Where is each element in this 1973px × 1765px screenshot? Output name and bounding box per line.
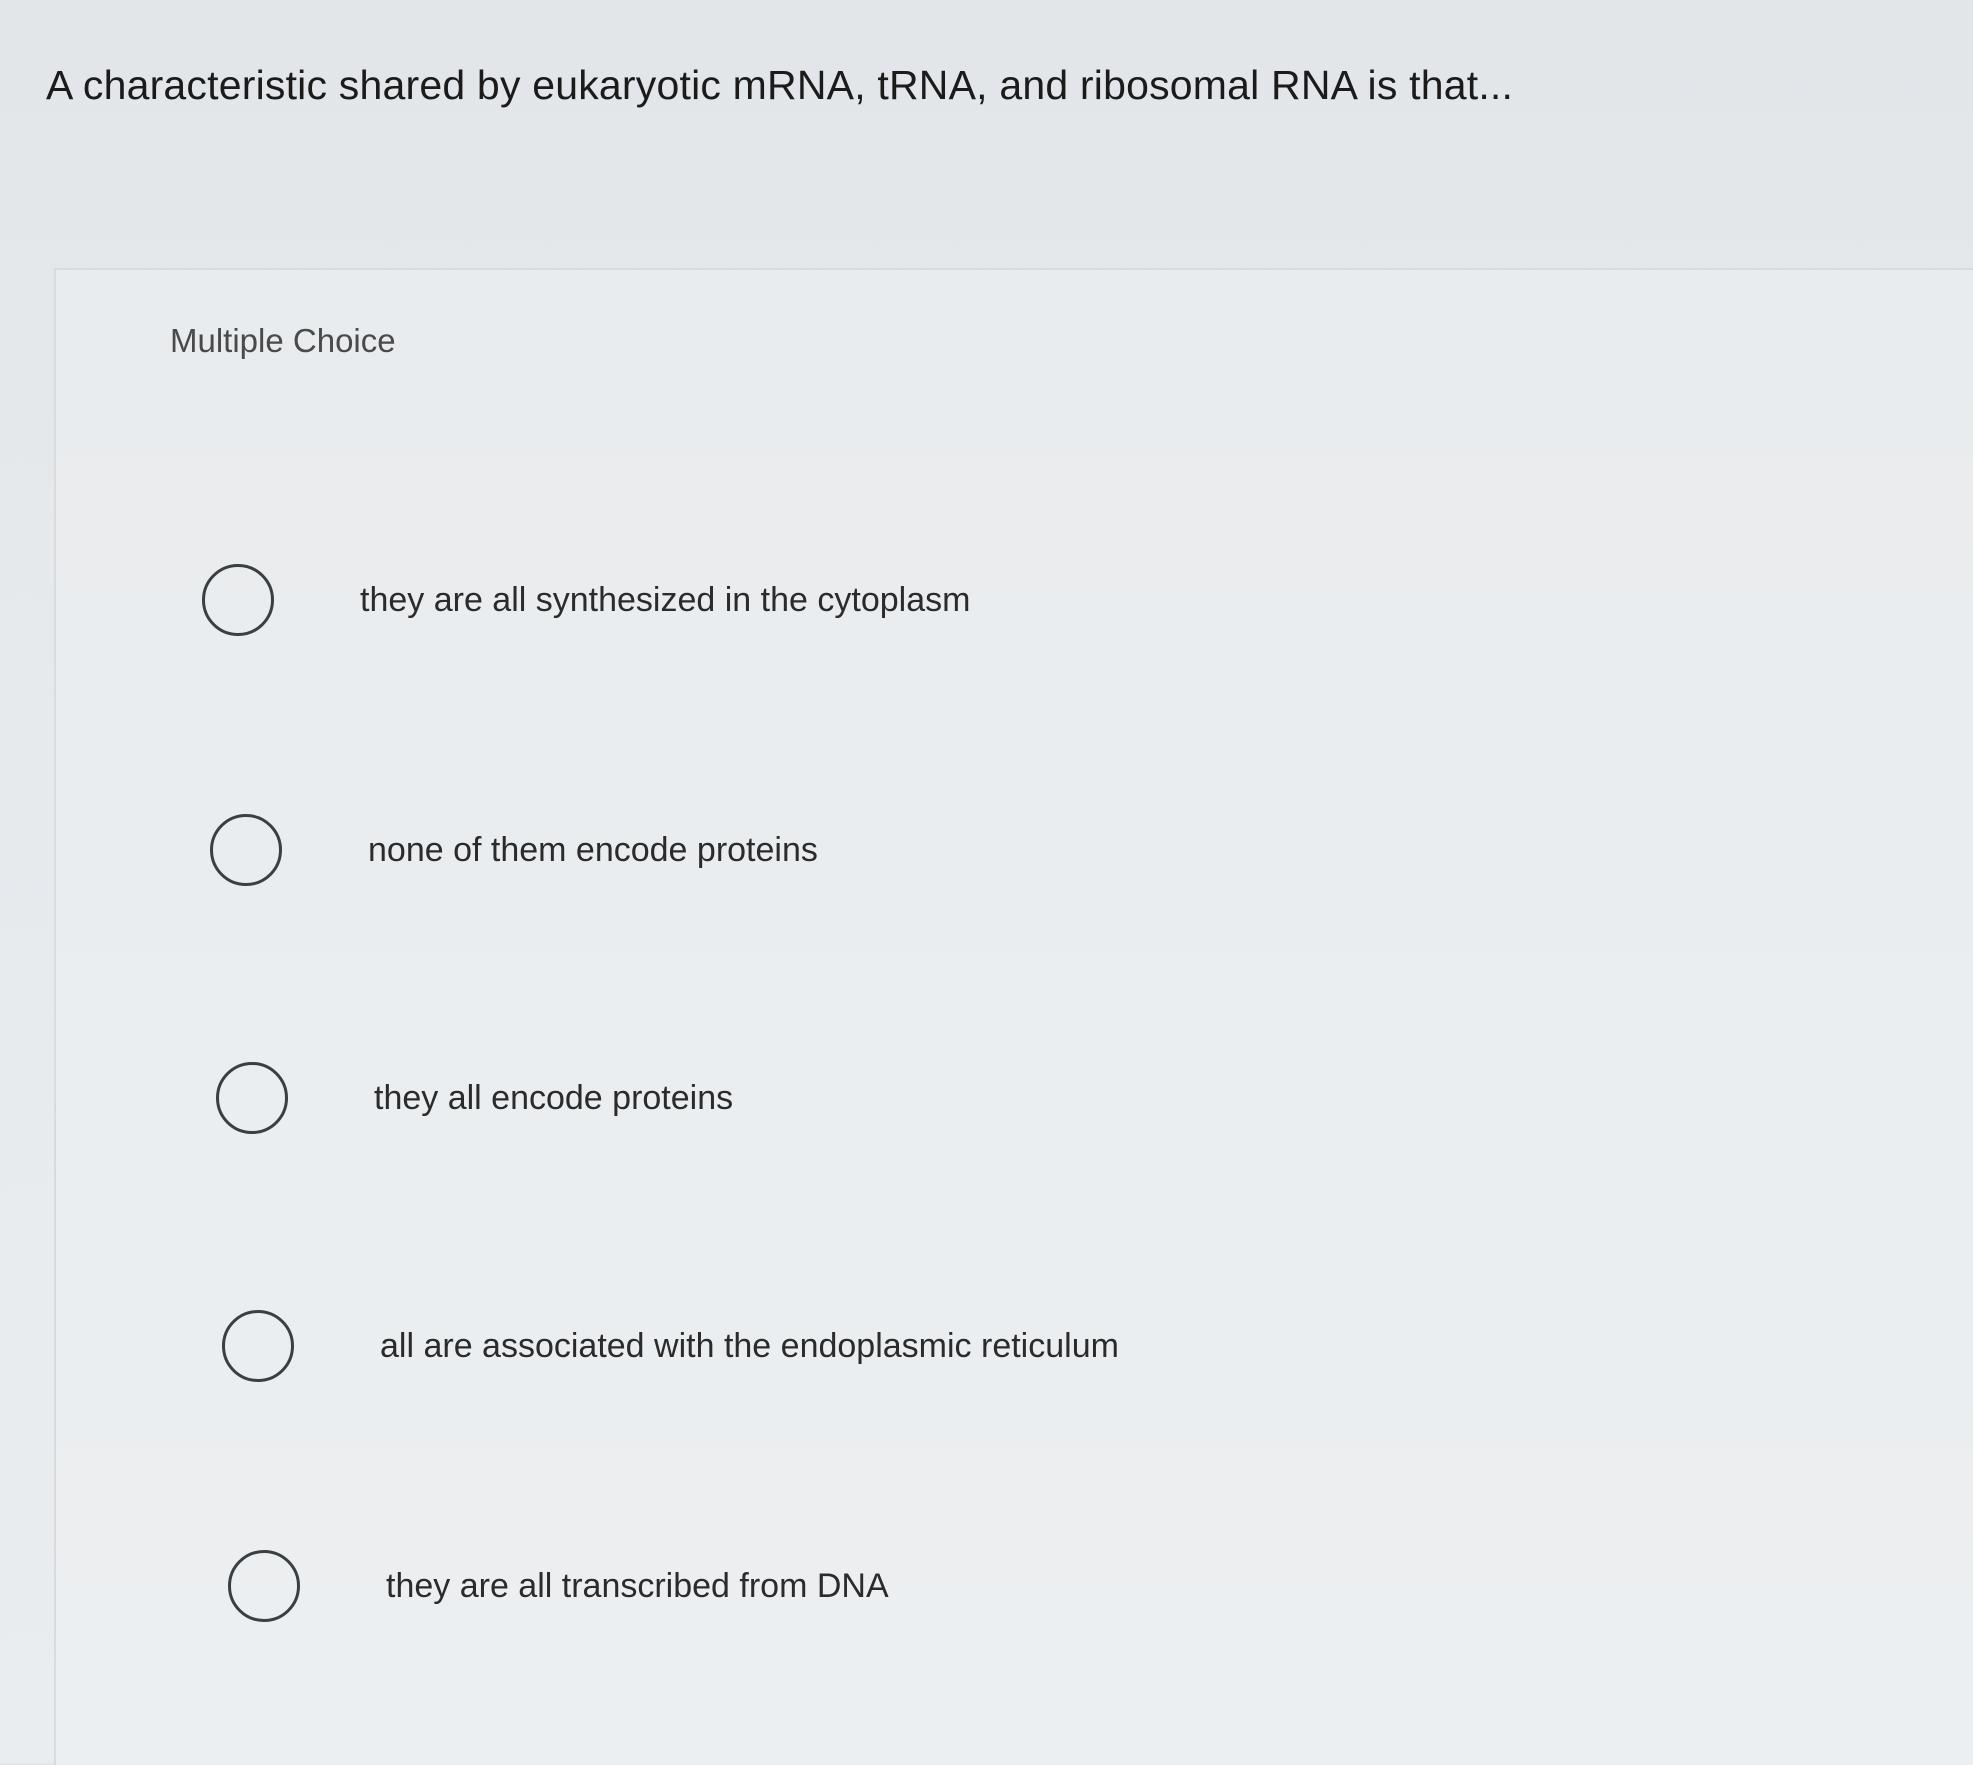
answer-option-2[interactable]: none of them encode proteins [210,810,818,890]
answer-option-label: all are associated with the endoplasmic … [380,1326,1119,1365]
question-type-label: Multiple Choice [170,322,396,359]
radio-button-icon[interactable] [216,1062,288,1134]
answer-option-label: none of them encode proteins [368,830,818,869]
multiple-choice-panel: Multiple Choice they are all synthesized… [54,268,1973,1765]
answer-option-label: they are all transcribed from DNA [386,1566,889,1605]
answer-option-3[interactable]: they all encode proteins [216,1058,733,1138]
answer-option-label: they all encode proteins [374,1078,734,1117]
answer-option-5[interactable]: they are all transcribed from DNA [228,1546,889,1626]
radio-button-icon[interactable] [222,1310,294,1382]
radio-button-icon[interactable] [210,814,282,886]
answer-option-label: they are all synthesized in the cytoplas… [360,580,971,619]
question-text: A characteristic shared by eukaryotic mR… [46,62,1514,108]
answer-option-4[interactable]: all are associated with the endoplasmic … [222,1306,1119,1386]
radio-button-icon[interactable] [228,1550,300,1622]
answer-option-1[interactable]: they are all synthesized in the cytoplas… [202,560,970,640]
radio-button-icon[interactable] [202,564,274,636]
